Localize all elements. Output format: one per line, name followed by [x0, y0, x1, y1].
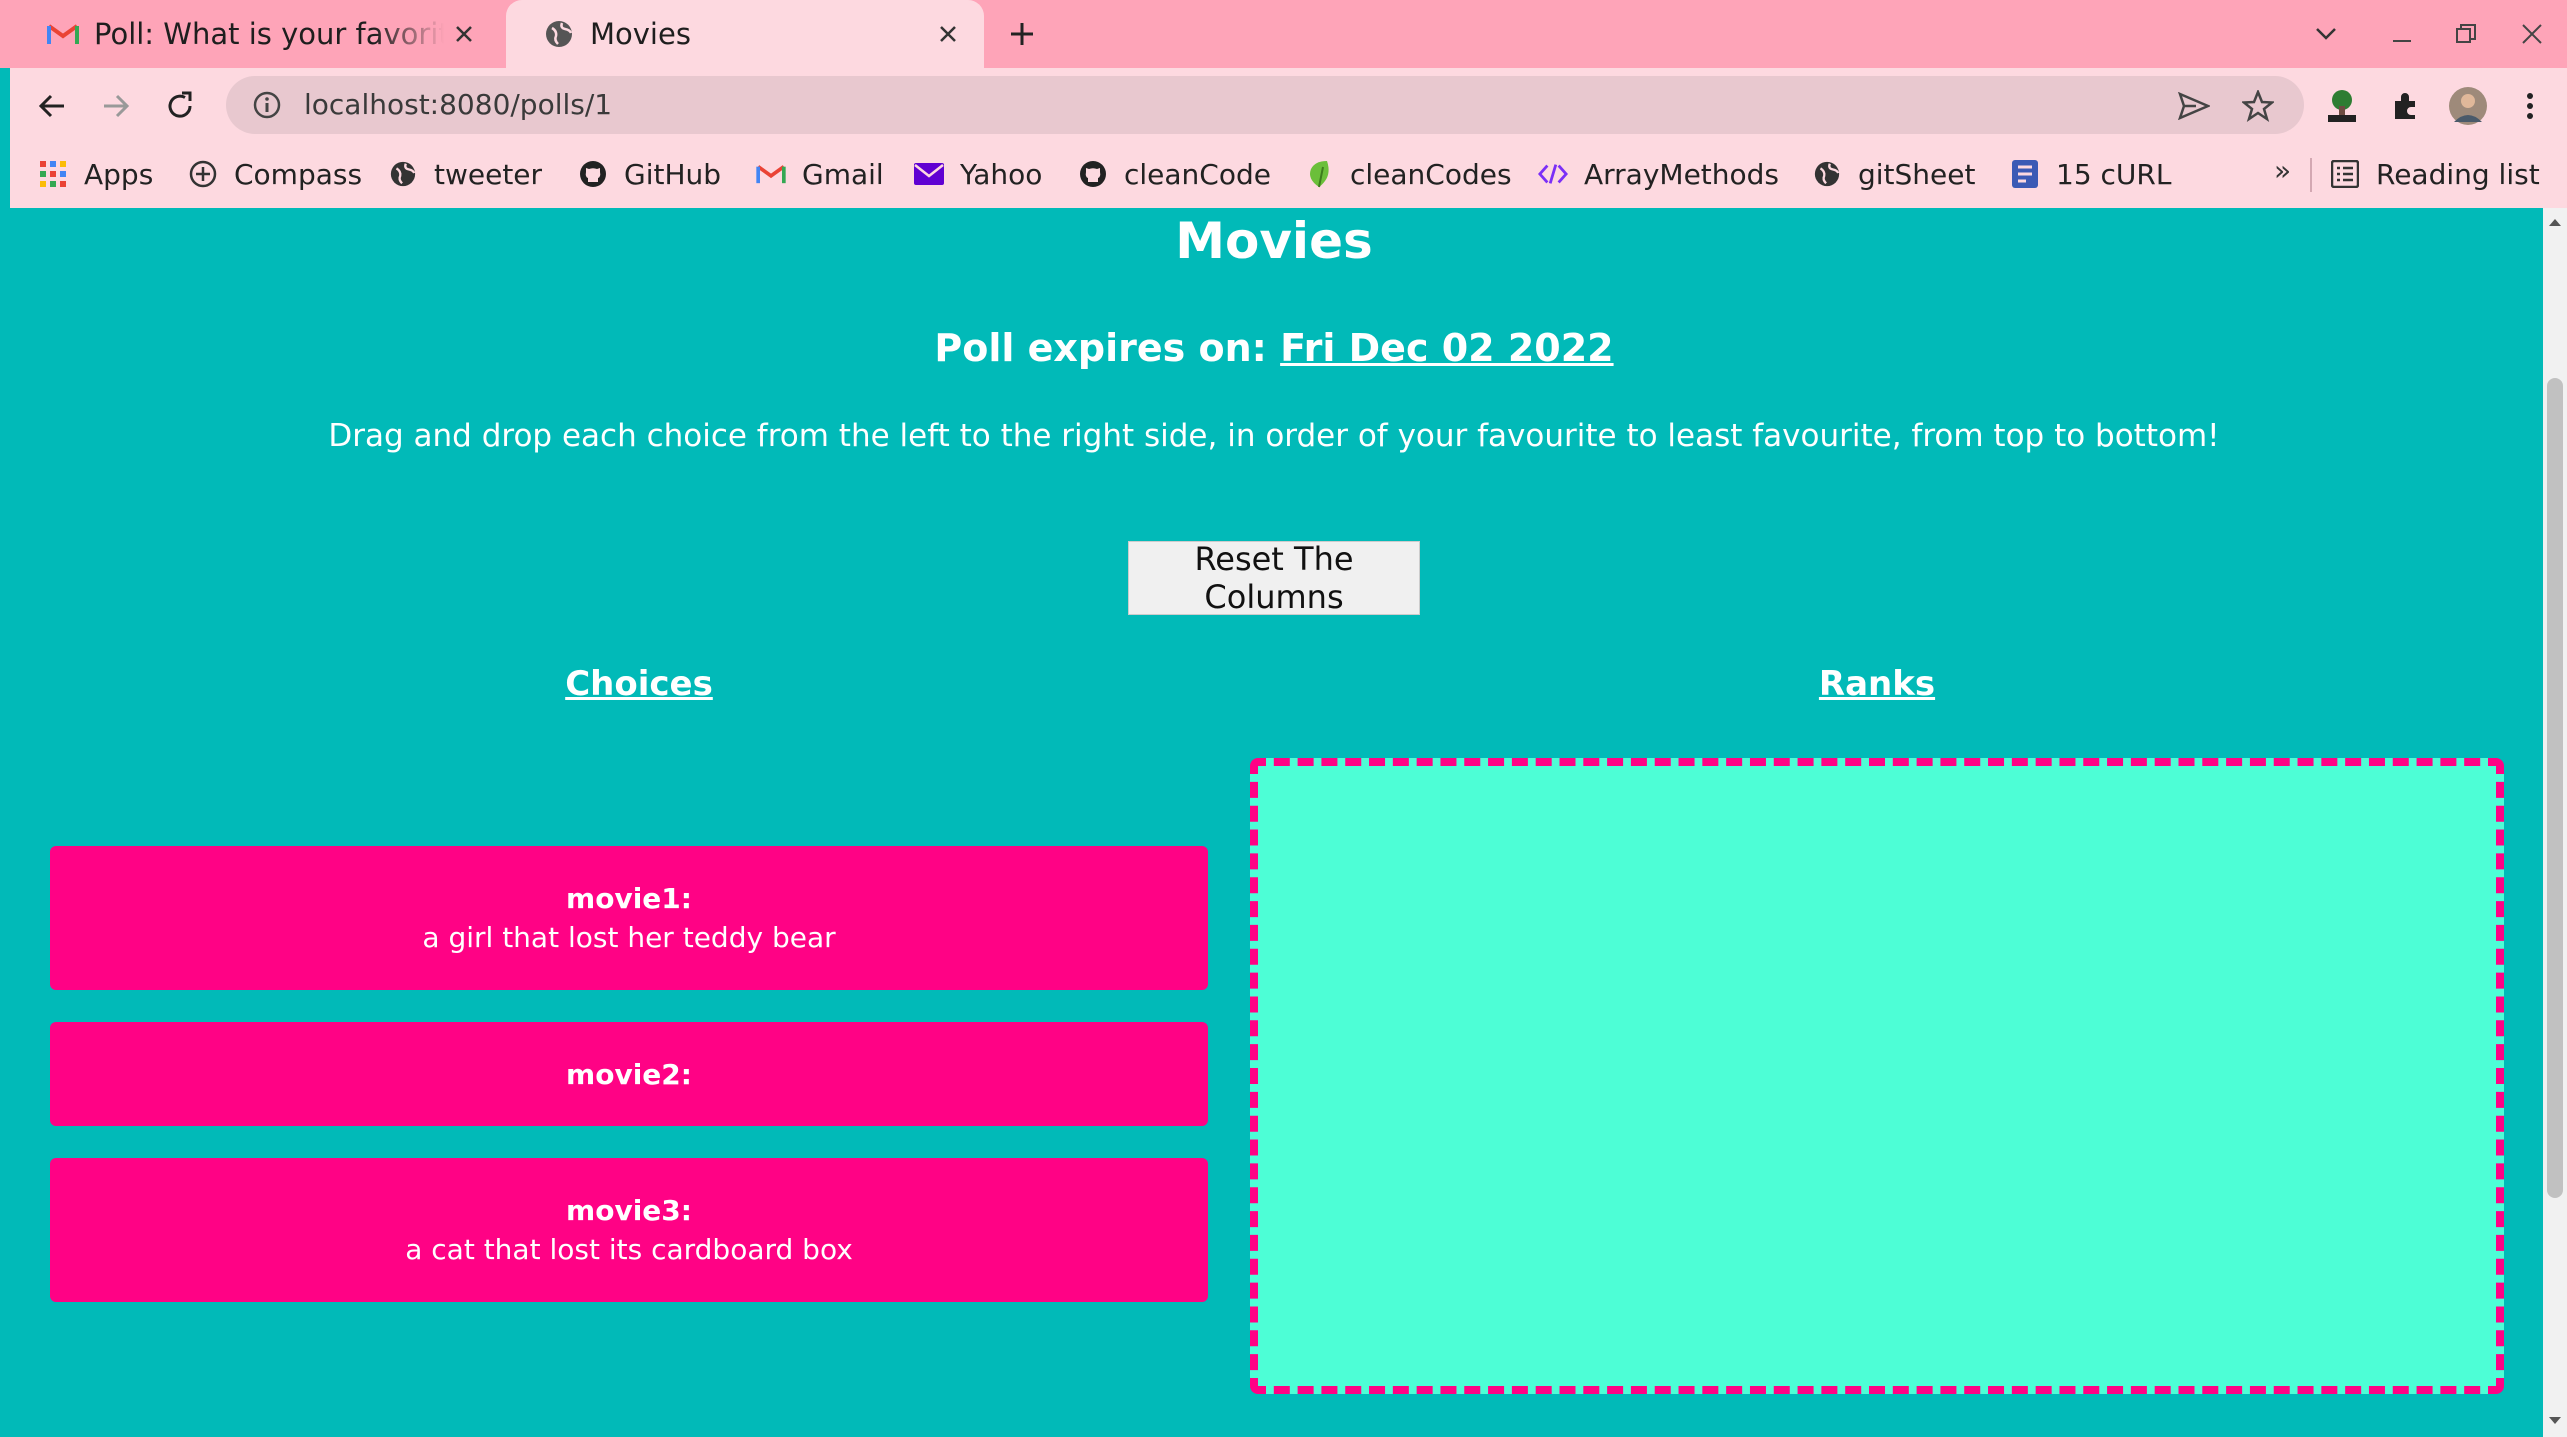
tab-search-icon[interactable]: [2304, 12, 2348, 56]
bookmark-label: 15 cURL: [2056, 157, 2172, 191]
bookmark-label: cleanCodes: [1350, 157, 1512, 191]
expires-date: Fri Dec 02 2022: [1280, 326, 1614, 370]
bookmarks-divider: [2310, 158, 2312, 192]
choices-column: movie1: a girl that lost her teddy bear …: [50, 846, 1208, 1334]
bookmark-tweeter[interactable]: tweeter: [388, 154, 542, 194]
bookmark-label: Compass: [234, 157, 363, 191]
bookmark-gitsheet[interactable]: gitSheet: [1812, 154, 1975, 194]
globe-icon: [388, 159, 418, 189]
bookmark-label: cleanCode: [1124, 157, 1271, 191]
restore-icon[interactable]: [2444, 12, 2488, 56]
document-icon: [2010, 159, 2040, 189]
reset-columns-button[interactable]: Reset The Columns: [1128, 540, 1420, 616]
bookmark-label: gitSheet: [1858, 157, 1976, 191]
bookmarks-overflow-button[interactable]: »: [2274, 154, 2291, 194]
extensions-puzzle-icon[interactable]: [2384, 84, 2428, 128]
bookmark-label: ArrayMethods: [1584, 157, 1780, 191]
bookmark-cleancodes[interactable]: cleanCodes: [1304, 154, 1512, 194]
choice-description: a cat that lost its cardboard box: [405, 1233, 853, 1266]
bookmarks-bar: Apps Compass tweeter GitHub Gmail Yahoo: [10, 142, 2567, 208]
address-bar[interactable]: localhost:8080/polls/1: [226, 76, 2304, 134]
gmail-icon: [756, 159, 786, 189]
reading-list-button[interactable]: Reading list: [2330, 154, 2540, 194]
html-tree-extension-icon[interactable]: [2320, 84, 2364, 128]
expires-label: Poll expires on:: [934, 326, 1267, 370]
bookmark-15-curl[interactable]: 15 cURL: [2010, 154, 2171, 194]
bookmark-github[interactable]: GitHub: [578, 154, 721, 194]
apps-grid-icon: [38, 159, 68, 189]
bookmark-label: GitHub: [624, 157, 722, 191]
scrollbar-thumb[interactable]: [2547, 378, 2563, 1198]
choice-name: movie1:: [566, 882, 692, 915]
code-icon: [1538, 159, 1568, 189]
tab-movies[interactable]: Movies: [506, 0, 984, 68]
reading-list-icon: [2330, 159, 2360, 189]
page-viewport: Movies Poll expires on: Fri Dec 02 2022 …: [10, 208, 2543, 1437]
forward-arrow-icon[interactable]: [94, 84, 138, 128]
choice-description: a girl that lost her teddy bear: [422, 921, 836, 954]
reading-list-label: Reading list: [2376, 157, 2540, 191]
ranks-drop-zone[interactable]: [1250, 758, 2504, 1394]
tab-title: Movies: [590, 17, 691, 51]
github-icon: [578, 159, 608, 189]
bookmark-yahoo[interactable]: Yahoo: [914, 154, 1042, 194]
send-icon[interactable]: [2176, 88, 2212, 124]
choices-heading: Choices: [565, 664, 713, 704]
bookmark-apps[interactable]: Apps: [38, 154, 153, 194]
leaf-icon: [1304, 159, 1334, 189]
choice-card-movie2[interactable]: movie2:: [50, 1022, 1208, 1126]
globe-icon: [1812, 159, 1842, 189]
close-window-icon[interactable]: [2510, 12, 2554, 56]
bookmark-label: Yahoo: [960, 157, 1043, 191]
page-title: Movies: [1175, 212, 1373, 270]
tab-poll[interactable]: Poll: What is your favorite: [10, 0, 500, 68]
ranks-heading: Ranks: [1818, 664, 1936, 704]
scroll-down-icon[interactable]: [2547, 1413, 2563, 1429]
bookmark-label: tweeter: [434, 157, 543, 191]
choice-name: movie3:: [566, 1194, 692, 1227]
bookmark-gmail[interactable]: Gmail: [756, 154, 884, 194]
close-icon[interactable]: [928, 14, 968, 54]
browser-toolbar: localhost:8080/polls/1: [10, 68, 2567, 142]
choice-card-movie1[interactable]: movie1: a girl that lost her teddy bear: [50, 846, 1208, 990]
star-icon[interactable]: [2240, 88, 2276, 124]
bookmark-cleancode[interactable]: cleanCode: [1078, 154, 1271, 194]
bookmark-label: Gmail: [802, 157, 884, 191]
yahoo-mail-icon: [914, 159, 944, 189]
close-icon[interactable]: [444, 14, 484, 54]
poll-expiry: Poll expires on: Fri Dec 02 2022: [10, 326, 2538, 370]
bookmark-compass[interactable]: Compass: [188, 154, 362, 194]
new-tab-button[interactable]: [1000, 12, 1044, 56]
github-icon: [1078, 159, 1108, 189]
instructions-text: Drag and drop each choice from the left …: [328, 418, 2220, 454]
bookmark-arraymethods[interactable]: ArrayMethods: [1538, 154, 1779, 194]
choice-card-movie3[interactable]: movie3: a cat that lost its cardboard bo…: [50, 1158, 1208, 1302]
url-text: localhost:8080/polls/1: [304, 88, 613, 121]
back-arrow-icon[interactable]: [30, 84, 74, 128]
choice-name: movie2:: [566, 1057, 692, 1091]
page-scrollbar[interactable]: [2543, 208, 2567, 1437]
scroll-up-icon[interactable]: [2547, 214, 2563, 230]
compass-icon: [188, 159, 218, 189]
globe-icon: [542, 17, 576, 51]
tab-title: Poll: What is your favorite: [94, 17, 444, 51]
minimize-icon[interactable]: [2380, 12, 2424, 56]
profile-avatar[interactable]: [2446, 84, 2490, 128]
gmail-icon: [46, 17, 80, 51]
menu-kebab-icon[interactable]: [2508, 84, 2552, 128]
reload-icon[interactable]: [158, 84, 202, 128]
tab-strip: Poll: What is your favorite Movies: [0, 0, 2567, 68]
info-icon[interactable]: [252, 90, 282, 120]
bookmark-label: Apps: [84, 157, 154, 191]
